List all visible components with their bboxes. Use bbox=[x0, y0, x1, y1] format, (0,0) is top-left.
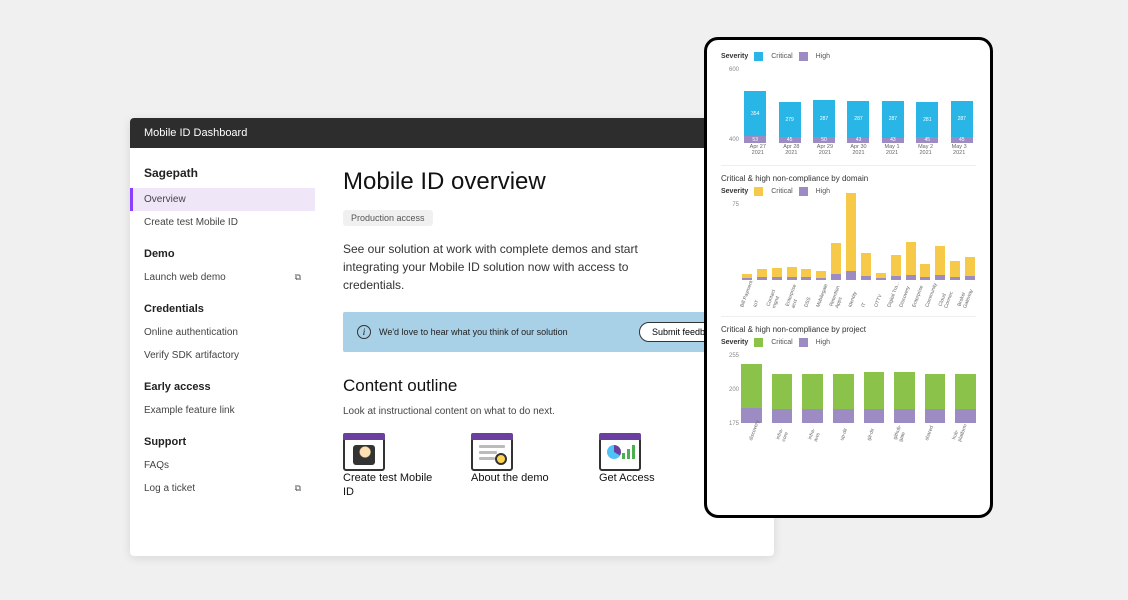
chart3-legend: Severity Critical High bbox=[721, 338, 976, 347]
content-outline-sub: Look at instructional content on what to… bbox=[343, 406, 746, 417]
swatch-high-icon bbox=[799, 52, 808, 61]
sidebar-item-create-test[interactable]: Create test Mobile ID bbox=[130, 211, 315, 234]
chart1-legend: Severity Critical High bbox=[721, 52, 976, 61]
chart-by-domain: 75 Bill PaymentIoTContact mgmtEnterprise… bbox=[721, 202, 976, 308]
sidebar-item-online-auth[interactable]: Online authentication bbox=[130, 321, 315, 344]
sidebar-item-verify-sdk[interactable]: Verify SDK artifactory bbox=[130, 344, 315, 367]
info-icon: i bbox=[357, 325, 371, 339]
card-illustration-icon bbox=[471, 433, 513, 471]
page-title: Mobile ID overview bbox=[343, 168, 746, 196]
sidebar-item-label: Log a ticket bbox=[144, 483, 195, 494]
legend-label: Severity bbox=[721, 339, 748, 346]
legend-high: High bbox=[816, 188, 830, 195]
chart-plot bbox=[741, 202, 976, 280]
sidebar-item-overview[interactable]: Overview bbox=[130, 188, 315, 211]
swatch-high-icon bbox=[799, 187, 808, 196]
legend-high: High bbox=[816, 339, 830, 346]
legend-high: High bbox=[816, 53, 830, 60]
card-create-test[interactable]: Create test Mobile ID bbox=[343, 433, 443, 500]
sidebar-item-label: Launch web demo bbox=[144, 272, 226, 283]
sidebar-group-credentials: Credentials bbox=[130, 289, 315, 321]
x-axis: Apr 272021Apr 282021Apr 292021Apr 302021… bbox=[741, 144, 976, 157]
card-get-access[interactable]: Get Access bbox=[599, 433, 699, 500]
y-axis: 600400 bbox=[721, 67, 739, 143]
swatch-high-icon bbox=[799, 338, 808, 347]
chart-by-project: 255200175 discoveryinfra-coreinfra-awsup… bbox=[721, 353, 976, 441]
chart-plot: 53354452795028743287432874528145287 bbox=[741, 67, 976, 143]
external-link-icon: ⧉ bbox=[295, 483, 301, 494]
card-title: About the demo bbox=[471, 471, 571, 485]
legend-critical: Critical bbox=[771, 53, 792, 60]
intro-text: See our solution at work with complete d… bbox=[343, 240, 663, 294]
card-title: Create test Mobile ID bbox=[343, 471, 443, 500]
card-illustration-icon bbox=[599, 433, 641, 471]
banner-text: We'd love to hear what you think of our … bbox=[379, 327, 568, 337]
window-title: Mobile ID Dashboard bbox=[130, 118, 774, 148]
sidebar-group-support: Support bbox=[130, 422, 315, 454]
sidebar-item-faqs[interactable]: FAQs bbox=[130, 454, 315, 477]
swatch-critical-icon bbox=[754, 338, 763, 347]
legend-label: Severity bbox=[721, 188, 748, 195]
sidebar-item-example-feature[interactable]: Example feature link bbox=[130, 399, 315, 422]
y-axis: 75 bbox=[721, 202, 739, 294]
divider bbox=[721, 316, 976, 317]
status-badge: Production access bbox=[343, 210, 433, 226]
tablet-preview: Severity Critical High 600400 5335445279… bbox=[704, 37, 993, 518]
dashboard-window: Mobile ID Dashboard Sagepath Overview Cr… bbox=[130, 118, 774, 556]
chart3-title: Critical & high non-compliance by projec… bbox=[721, 325, 976, 334]
legend-critical: Critical bbox=[771, 188, 792, 195]
cards-row: Create test Mobile ID About the demo Get… bbox=[343, 433, 746, 500]
swatch-critical-icon bbox=[754, 187, 763, 196]
sidebar-group-demo: Demo bbox=[130, 234, 315, 266]
y-axis: 255200175 bbox=[721, 353, 739, 427]
chart2-title: Critical & high non-compliance by domain bbox=[721, 174, 976, 183]
sidebar: Sagepath Overview Create test Mobile ID … bbox=[130, 148, 315, 554]
feedback-banner: i We'd love to hear what you think of ou… bbox=[343, 312, 746, 352]
legend-label: Severity bbox=[721, 53, 748, 60]
sidebar-item-launch-web-demo[interactable]: Launch web demo ⧉ bbox=[130, 266, 315, 289]
sidebar-item-log-ticket[interactable]: Log a ticket ⧉ bbox=[130, 477, 315, 500]
legend-critical: Critical bbox=[771, 339, 792, 346]
sidebar-brand: Sagepath bbox=[130, 160, 315, 188]
card-title: Get Access bbox=[599, 471, 699, 485]
external-link-icon: ⧉ bbox=[295, 272, 301, 283]
banner-left: i We'd love to hear what you think of ou… bbox=[357, 325, 568, 339]
x-axis: Bill PaymentIoTContact mgmtEnterprise ac… bbox=[741, 280, 976, 308]
x-axis: discoveryinfra-coreinfra-awsup-dirgit-di… bbox=[741, 423, 976, 441]
dashboard-body: Sagepath Overview Create test Mobile ID … bbox=[130, 148, 774, 554]
sidebar-group-early-access: Early access bbox=[130, 367, 315, 399]
chart-severity-over-time: 600400 533544527950287432874328745281452… bbox=[721, 67, 976, 157]
divider bbox=[721, 165, 976, 166]
card-about-demo[interactable]: About the demo bbox=[471, 433, 571, 500]
content-outline-title: Content outline bbox=[343, 376, 746, 396]
chart-plot bbox=[741, 353, 976, 423]
swatch-critical-icon bbox=[754, 52, 763, 61]
card-illustration-icon bbox=[343, 433, 385, 471]
